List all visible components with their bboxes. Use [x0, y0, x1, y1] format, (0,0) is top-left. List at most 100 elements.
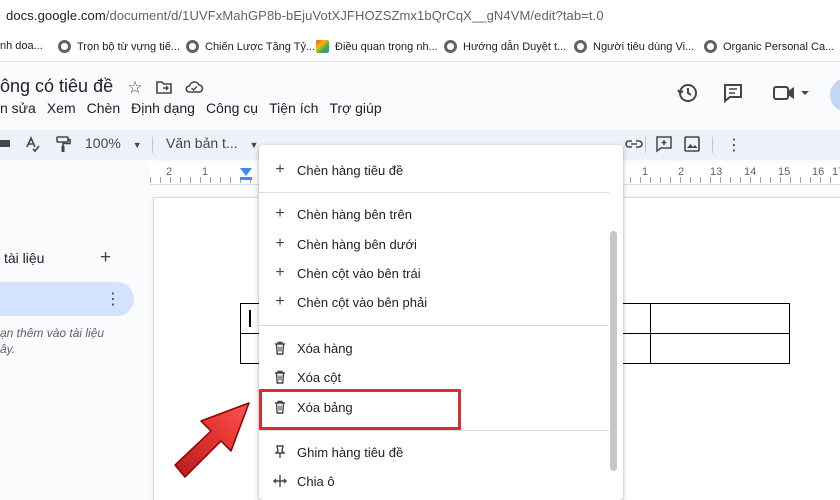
bookmark-label: Organic Personal Ca...	[723, 40, 835, 53]
ruler-number: 14	[744, 166, 757, 178]
plus-icon: +	[275, 235, 285, 252]
link-icon[interactable]	[624, 135, 644, 156]
menu-item-label: Chèn hàng bên dưới	[297, 236, 417, 252]
menu-format[interactable]: Định dạng	[131, 100, 195, 116]
bookmark-item[interactable]: Chiến Lược Tăng Tỷ...	[186, 40, 315, 53]
menu-scrollbar[interactable]	[610, 231, 617, 471]
sidebar-title: tài liệu	[4, 250, 45, 266]
browser-url-bar[interactable]: docs.google.com/document/d/1UVFxMahGP8b-…	[0, 0, 840, 34]
bookmark-label: nh doa...	[0, 40, 43, 52]
indent-marker-bar[interactable]	[240, 177, 252, 180]
ruler-number: 17	[832, 166, 840, 178]
ruler-number: 2	[166, 166, 173, 178]
bookmark-label: Điều quan trọng nh...	[335, 40, 438, 53]
chevron-down-icon: ▼	[132, 140, 142, 150]
menu-view[interactable]: Xem	[47, 100, 76, 116]
table-cell[interactable]	[650, 303, 790, 334]
menu-extensions[interactable]: Tiện ích	[269, 100, 318, 116]
move-folder-icon[interactable]	[154, 78, 174, 98]
menu-item-label: Chèn cột vào bên phải	[297, 294, 428, 310]
trash-icon	[273, 341, 287, 355]
menu-insert[interactable]: Chèn	[87, 100, 120, 116]
add-comment-icon[interactable]	[655, 135, 673, 156]
menu-item-insert-column-left[interactable]: + Chèn cột vào bên trái	[259, 259, 609, 287]
bookmark-item[interactable]: Organic Personal Ca...	[704, 40, 834, 53]
menu-divider	[259, 325, 609, 326]
globe-icon	[186, 40, 199, 53]
insert-image-icon[interactable]	[683, 135, 701, 156]
menu-item-label: Chèn hàng bên trên	[297, 206, 412, 222]
menu-bar: n sửa Xem Chèn Định dạng Công cụ Tiện ích Trợ …	[0, 100, 393, 116]
add-tab-icon[interactable]: +	[100, 247, 111, 269]
bookmark-item[interactable]: Người tiêu dùng Vi...	[574, 40, 694, 53]
document-tabs-sidebar: tài liệu + ⋮ ạn thêm vào tài liệu ây.	[0, 185, 150, 500]
menu-divider	[259, 430, 609, 431]
ruler-number: 15	[778, 166, 791, 178]
spellcheck-icon[interactable]	[24, 135, 42, 156]
menu-item-delete-column[interactable]: Xóa cột	[259, 363, 609, 391]
url-path: /document/d/1UVFxMahGP8b-bEjuVotXJFHOZSZ…	[105, 8, 604, 23]
menu-edit[interactable]: n sửa	[0, 100, 36, 116]
ruler-number: 2	[678, 166, 685, 178]
bookmark-label: Hướng dẫn Duyệt t...	[463, 40, 567, 53]
paragraph-style-select[interactable]: Văn bản t... ▼	[166, 135, 258, 151]
ruler-number: 16	[812, 166, 825, 178]
url-text[interactable]: docs.google.com/document/d/1UVFxMahGP8b-…	[6, 8, 604, 23]
menu-item-label: Chia ô	[297, 473, 335, 489]
sidebar-note-line: ây.	[0, 342, 16, 356]
menu-item-label: Xóa hàng	[297, 340, 353, 356]
history-icon[interactable]	[675, 80, 701, 106]
trash-icon	[273, 370, 287, 384]
plus-icon: +	[275, 293, 285, 310]
ruler-number: 13	[710, 166, 723, 178]
zoom-value: 100%	[85, 135, 121, 151]
menu-item-insert-header-row[interactable]: + Chèn hàng tiêu đề	[259, 156, 609, 184]
highlight-box	[259, 389, 461, 430]
docs-header: ông có tiêu đề ☆ n sửa Xem Chèn Định dạng Cô…	[0, 62, 840, 130]
more-vert-icon[interactable]: ⋮	[105, 289, 121, 309]
text-cursor	[249, 310, 251, 327]
print-icon[interactable]	[0, 135, 12, 156]
bookmark-item[interactable]: nh doa...	[0, 40, 43, 52]
bookmark-item[interactable]: Điều quan trọng nh...	[316, 40, 438, 53]
menu-item-insert-column-right[interactable]: + Chèn cột vào bên phải	[259, 288, 609, 316]
bookmark-item[interactable]: Hướng dẫn Duyệt t...	[444, 40, 566, 53]
menu-item-delete-row[interactable]: Xóa hàng	[259, 334, 609, 362]
menu-item-insert-row-below[interactable]: + Chèn hàng bên dưới	[259, 230, 609, 258]
sidebar-note-line: ạn thêm vào tài liệu	[0, 326, 105, 340]
menu-help[interactable]: Trợ giúp	[329, 100, 381, 116]
menu-item-insert-row-above[interactable]: + Chèn hàng bên trên	[259, 200, 609, 228]
bookmark-label: Trọn bộ từ vựng tiế...	[77, 40, 180, 53]
meet-video-icon[interactable]	[770, 80, 814, 106]
menu-item-pin-header-row[interactable]: Ghim hàng tiêu đề	[259, 438, 609, 466]
globe-icon	[574, 40, 587, 53]
globe-icon	[444, 40, 457, 53]
menu-divider	[259, 192, 609, 193]
star-icon[interactable]: ☆	[125, 78, 145, 98]
indent-marker[interactable]	[240, 168, 252, 176]
menu-item-split-cell[interactable]: Chia ô	[259, 467, 609, 495]
chevron-down-icon: ▼	[249, 140, 259, 150]
table-cell[interactable]	[650, 333, 790, 364]
zoom-select[interactable]: 100% ▼	[85, 135, 142, 151]
more-options-icon[interactable]: ⋮	[726, 135, 742, 155]
cloud-status-icon[interactable]	[184, 78, 204, 98]
bookmark-label: Người tiêu dùng Vi...	[593, 40, 695, 53]
menu-item-label: Chèn cột vào bên trái	[297, 265, 421, 281]
comment-icon[interactable]	[720, 80, 746, 106]
bookmarks-bar: nh doa... Trọn bộ từ vựng tiế... Chiến L…	[0, 34, 840, 62]
paragraph-style-value: Văn bản t...	[166, 135, 238, 151]
ruler-number: 1	[642, 166, 649, 178]
toolbar-divider	[712, 137, 713, 153]
toolbar-divider	[645, 137, 646, 153]
url-host: docs.google.com	[6, 8, 106, 23]
pointer-arrow-icon	[174, 402, 250, 478]
split-cell-icon	[273, 474, 287, 488]
menu-tools[interactable]: Công cụ	[206, 100, 258, 116]
document-title[interactable]: ông có tiêu đề	[0, 76, 113, 97]
toolbar-divider	[152, 137, 153, 153]
ruler-number: 1	[202, 166, 209, 178]
paint-format-icon[interactable]	[54, 135, 72, 156]
globe-icon	[58, 40, 71, 53]
bookmark-item[interactable]: Trọn bộ từ vựng tiế...	[58, 40, 180, 53]
